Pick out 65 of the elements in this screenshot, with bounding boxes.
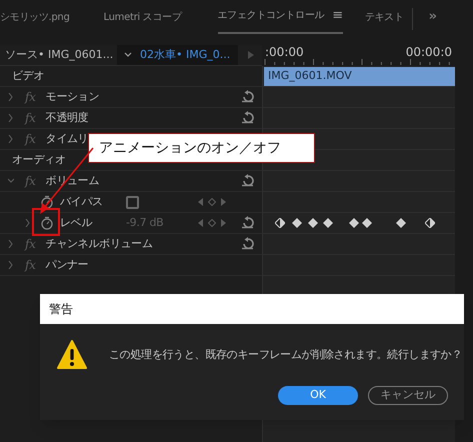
chevron-right-icon[interactable] — [8, 114, 14, 122]
keyframe-icon[interactable] — [308, 218, 318, 228]
timecode: :00:00 — [265, 45, 304, 59]
keyframe-icon[interactable] — [362, 218, 372, 228]
checkbox[interactable] — [126, 196, 139, 208]
previous-keyframe-icon[interactable] — [198, 198, 203, 206]
effect-label: モーション — [46, 88, 100, 105]
fx-badge[interactable]: fx — [25, 109, 36, 127]
keyframe-icon[interactable] — [275, 218, 285, 228]
chevron-down-icon — [124, 52, 132, 58]
effect-label: ボリューム — [46, 172, 100, 189]
reset-icon[interactable] — [241, 216, 254, 229]
stopwatch-icon[interactable] — [40, 216, 54, 230]
fx-badge[interactable]: fx — [25, 256, 36, 274]
tab[interactable]: エフェクトコントロール ≡ — [218, 6, 343, 34]
value-field[interactable]: -9.7 dB — [126, 214, 164, 232]
add-keyframe-icon[interactable] — [208, 198, 216, 206]
cancel-button[interactable]: キャンセル — [368, 386, 448, 405]
stopwatch-icon[interactable] — [40, 195, 54, 209]
reset-icon[interactable] — [241, 174, 254, 187]
fx-badge[interactable]: fx — [25, 130, 36, 148]
timecode: 00:00:0 — [406, 45, 452, 59]
add-keyframe-icon[interactable] — [208, 219, 216, 227]
effect-label: タイムリ — [46, 130, 88, 147]
next-keyframe-icon[interactable] — [221, 198, 226, 206]
callout: アニメーションのオン／オフ — [88, 133, 315, 163]
fx-badge[interactable]: fx — [25, 172, 36, 190]
chevron-right-icon[interactable] — [8, 240, 14, 248]
keyframe-icon[interactable] — [396, 218, 406, 228]
ok-button[interactable]: OK — [278, 386, 358, 405]
parameter-label: レベル — [60, 214, 94, 231]
chevron-right-icon[interactable] — [8, 135, 14, 143]
overflow-icon[interactable]: » — [428, 6, 437, 34]
dialog-title: 警告 — [49, 301, 73, 318]
chevron-right-icon[interactable] — [8, 261, 14, 269]
fx-badge[interactable]: fx — [25, 235, 36, 253]
tab[interactable]: シモリッツ.png — [0, 10, 70, 34]
highlight-frame — [32, 208, 60, 236]
reset-icon[interactable] — [241, 111, 254, 124]
next-keyframe-icon[interactable] — [221, 219, 226, 227]
reset-icon[interactable] — [241, 237, 254, 250]
section-label: オーディオ — [12, 152, 66, 168]
effect-label: パンナー — [46, 256, 88, 273]
effect-label: 不透明度 — [46, 110, 88, 126]
keyframe-icon[interactable] — [292, 218, 302, 228]
chevron-right-icon[interactable] — [8, 93, 14, 101]
source-label: ソース• IMG_0601... — [4, 46, 114, 63]
tab[interactable]: テキスト — [364, 10, 404, 34]
keyframe-icon[interactable] — [349, 218, 359, 228]
keyframe-icon[interactable] — [425, 218, 435, 228]
parameter-label: バイパス — [60, 194, 104, 210]
warning-icon — [57, 340, 87, 370]
tab[interactable]: Lumetri スコープ — [104, 10, 182, 34]
sequence-dropdown[interactable]: 02水車• IMG_0... — [117, 45, 238, 65]
reset-icon[interactable] — [241, 90, 254, 103]
chevron-right-icon[interactable] — [25, 219, 31, 227]
chevron-down-icon[interactable] — [8, 177, 14, 185]
fx-badge[interactable]: fx — [25, 88, 36, 106]
previous-keyframe-icon[interactable] — [198, 219, 203, 227]
dialog-message: この処理を行うと、既存のキーフレームが削除されます。続行しますか？ — [109, 346, 462, 363]
keyframe-icon[interactable] — [323, 218, 333, 228]
effect-label: チャンネルボリューム — [46, 236, 153, 252]
panel-menu-icon[interactable]: ≡ — [332, 6, 343, 25]
clip-bar[interactable]: IMG_0601.MOV — [264, 67, 455, 86]
section-label: ビデオ — [12, 68, 44, 84]
